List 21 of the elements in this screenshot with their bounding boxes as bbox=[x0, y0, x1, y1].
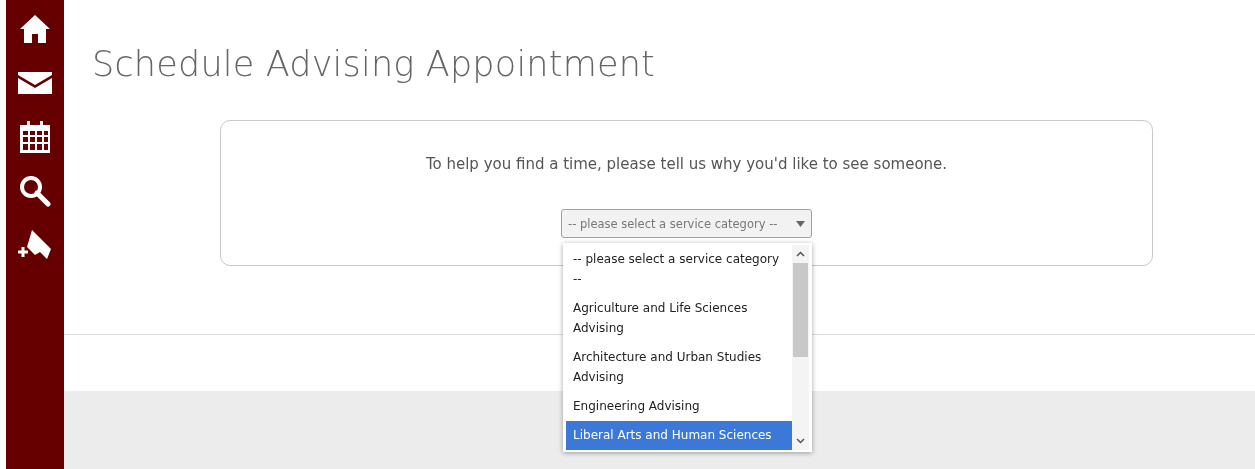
scroll-down-icon[interactable] bbox=[796, 438, 805, 444]
bookmark-add-icon bbox=[18, 229, 52, 261]
page-title: Schedule Advising Appointment bbox=[92, 44, 656, 84]
dropdown-option[interactable]: Architecture and Urban Studies Advising bbox=[566, 343, 792, 392]
scroll-thumb[interactable] bbox=[793, 263, 808, 357]
caret-icon bbox=[796, 220, 805, 227]
home-button[interactable] bbox=[18, 12, 52, 46]
mail-icon bbox=[18, 72, 52, 94]
dropdown-option[interactable]: Engineering Advising bbox=[566, 392, 792, 421]
search-icon bbox=[19, 175, 51, 207]
dropdown-option[interactable]: -- please select a service category -- bbox=[566, 245, 792, 294]
prompt-text: To help you find a time, please tell us why you'd like to see someone. bbox=[425, 155, 948, 173]
category-select[interactable]: -- please select a service category -- bbox=[561, 209, 812, 238]
search-button[interactable] bbox=[18, 174, 52, 208]
dropdown-option[interactable]: Liberal Arts and Human Sciences bbox=[566, 421, 792, 450]
calendar-button[interactable] bbox=[18, 120, 52, 154]
home-icon bbox=[19, 14, 51, 44]
scrollbar[interactable] bbox=[792, 245, 809, 450]
scroll-up-icon[interactable] bbox=[796, 251, 805, 257]
calendar-icon bbox=[20, 121, 50, 153]
dropdown-option[interactable]: Agriculture and Life Sciences Advising bbox=[566, 294, 792, 343]
